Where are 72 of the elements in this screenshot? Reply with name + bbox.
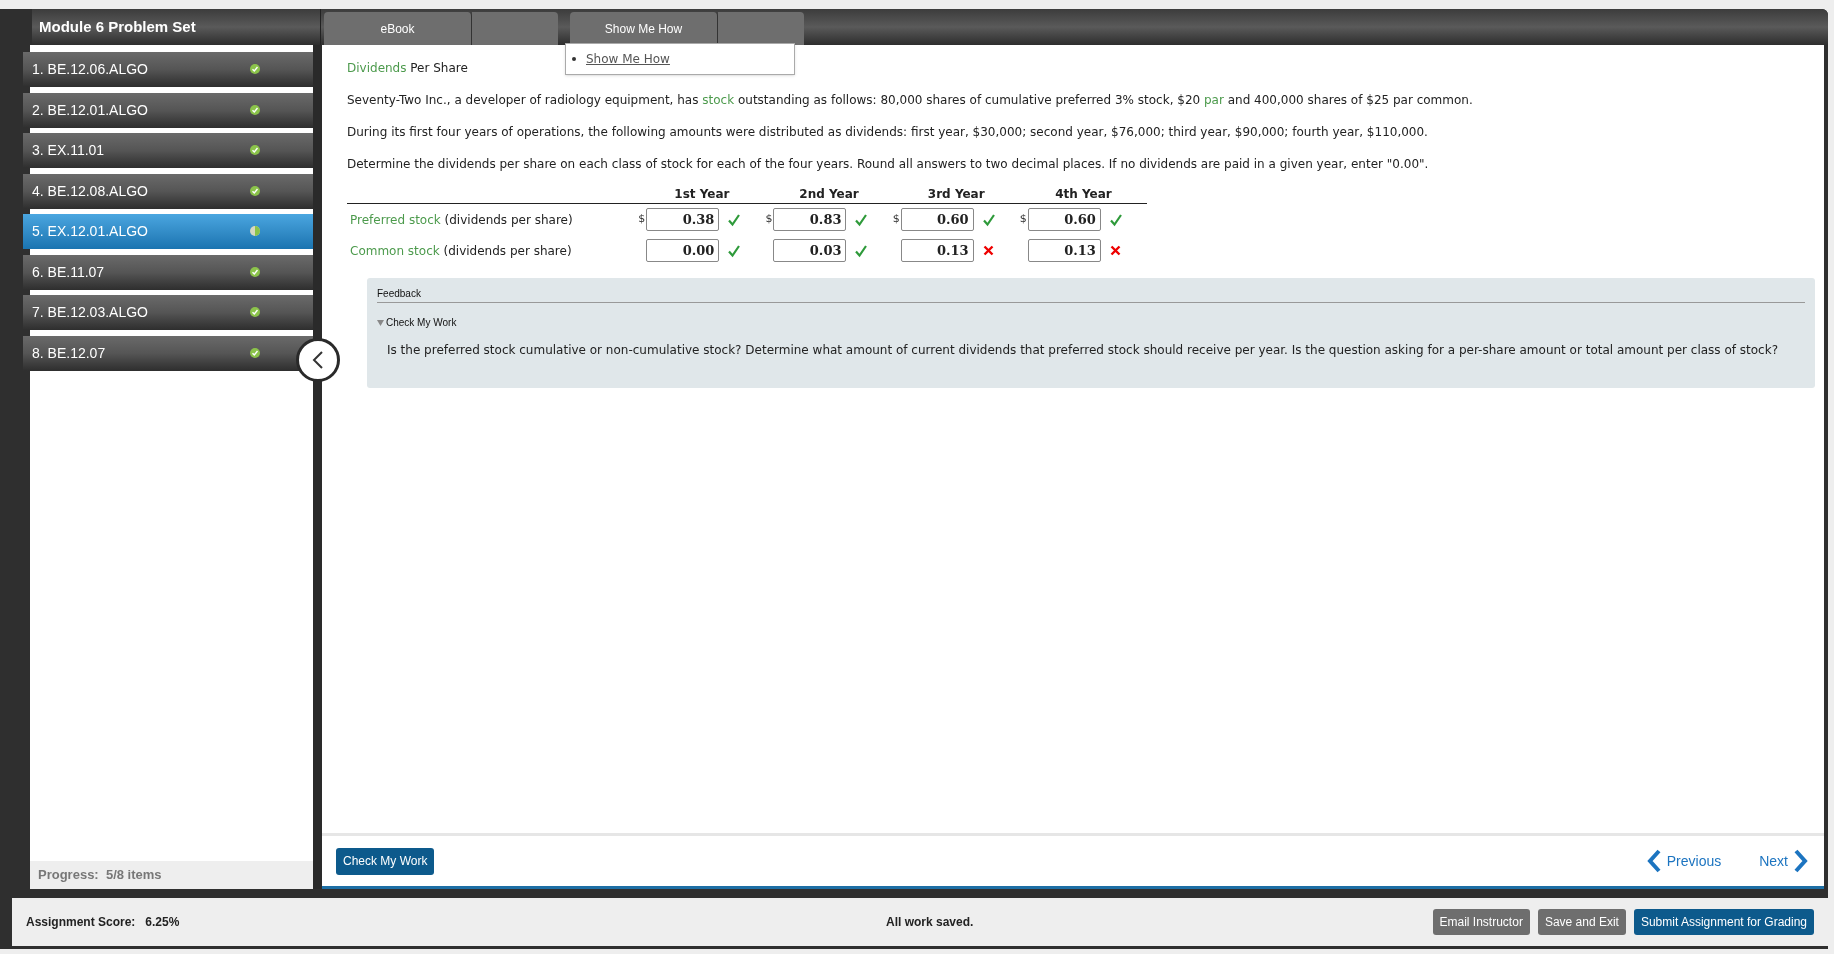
partial-icon	[250, 226, 260, 236]
row-label: Preferred stock (dividends per share)	[349, 211, 574, 229]
complete-icon	[250, 307, 260, 317]
answer-field[interactable]: 0.38	[646, 208, 720, 231]
check-icon	[727, 243, 742, 258]
footer-button[interactable]: Submit Assignment for Grading	[1633, 909, 1814, 935]
chevron-left-icon	[1646, 849, 1661, 873]
previous-button[interactable]: Previous	[1646, 849, 1722, 873]
answer-field[interactable]: 0.60	[1027, 208, 1101, 231]
score-value: 6.25%	[145, 914, 180, 931]
sidebar-item[interactable]: 2. BE.12.01.ALGO	[23, 92, 313, 128]
triangle-down-icon	[377, 319, 384, 326]
feedback-title: Feedback	[377, 287, 422, 301]
problem-title: Dividends Per Share	[347, 60, 469, 77]
score-label: Assignment Score:	[26, 914, 136, 931]
complete-icon	[250, 347, 260, 358]
answer-field[interactable]: 0.03	[773, 239, 847, 262]
complete-icon	[250, 185, 260, 196]
cross-icon	[1109, 245, 1121, 256]
check-icon	[727, 212, 742, 227]
complete-icon	[250, 104, 260, 115]
answer-field[interactable]: 0.13	[900, 239, 974, 262]
check-icon	[1108, 212, 1123, 227]
complete-icon	[250, 266, 260, 277]
glossary-link[interactable]: Preferred stock	[350, 212, 441, 227]
problem-text: Determine the dividends per share on each class of stock for each of the four years. Round all answers to two decimal places. If no dividends are paid in a given year, enter "0.00".	[347, 156, 1430, 173]
sidebar-item[interactable]: 7. BE.12.03.ALGO	[23, 295, 313, 330]
sidebar-item[interactable]: 8. BE.12.07	[23, 335, 313, 371]
glossary-link[interactable]: Dividends	[347, 61, 407, 75]
sidebar-item[interactable]: 3. EX.11.01	[23, 133, 313, 168]
tab[interactable]: Show Me How	[570, 12, 718, 45]
answer-field[interactable]: 0.83	[773, 208, 847, 231]
complete-icon	[250, 64, 260, 74]
column-header: 3rd Year	[926, 185, 986, 203]
footer-button[interactable]: Email Instructor	[1432, 909, 1530, 935]
column-header: 1st Year	[673, 185, 731, 203]
answer-field[interactable]: 0.60	[900, 208, 974, 231]
footer-button[interactable]: Save and Exit	[1537, 909, 1626, 935]
save-status: All work saved.	[886, 914, 975, 931]
sidebar-item[interactable]: 5. EX.12.01.ALGO	[23, 214, 313, 249]
check-my-work-toggle[interactable]: Check My Work	[377, 315, 457, 330]
dropdown-link[interactable]: Show Me How	[586, 50, 670, 68]
sidebar-item[interactable]: 6. BE.11.07	[23, 254, 313, 290]
tab[interactable]: eBook	[324, 12, 472, 45]
glossary-link[interactable]: par	[1204, 93, 1224, 107]
problem-text: Seventy-Two Inc., a developer of radiology equipment, has stock outstanding as follows: 80,000 shares of cumulative preferred 3% stock, $20 par and 400,000 shares of $25 par common.	[347, 92, 1474, 109]
chevron-left-icon	[311, 350, 325, 370]
answer-field[interactable]: 0.00	[646, 239, 720, 262]
column-header: 4th Year	[1054, 185, 1113, 203]
row-label: Common stock (dividends per share)	[349, 242, 573, 260]
check-icon	[981, 212, 996, 227]
bullet-icon	[572, 57, 576, 61]
check-icon	[854, 243, 869, 258]
feedback-text: Is the preferred stock cumulative or non-cumulative stock? Determine what amount of current dividends that preferred stock should receive per year. Is the question asking for a per-share amount or total amount per class of stock?	[386, 342, 1780, 359]
cross-icon	[982, 245, 994, 256]
sidebar-item[interactable]: 1. BE.12.06.ALGO	[23, 52, 313, 87]
complete-icon	[250, 145, 260, 155]
currency-sign: $	[892, 211, 901, 228]
next-button[interactable]: Next	[1759, 849, 1808, 873]
sidebar-item[interactable]: 4. BE.12.08.ALGO	[23, 173, 313, 209]
glossary-link[interactable]: stock	[702, 93, 735, 107]
check-icon	[854, 212, 869, 227]
problem-text: During its first four years of operations, the following amounts were distributed as dividends: first year, $30,000; second year, $76,000; third year, $90,000; fourth year, $110,000.	[347, 124, 1429, 141]
currency-sign: $	[765, 211, 774, 228]
glossary-link[interactable]: Common stock	[350, 243, 440, 258]
currency-sign: $	[1019, 211, 1028, 228]
answer-field[interactable]: 0.13	[1027, 239, 1101, 262]
column-header: 2nd Year	[798, 185, 860, 203]
currency-sign: $	[638, 211, 647, 228]
check-my-work-button[interactable]: Check My Work	[336, 847, 435, 875]
progress-text: Progress: 5/8 items	[38, 866, 162, 885]
chevron-right-icon	[1794, 849, 1808, 873]
